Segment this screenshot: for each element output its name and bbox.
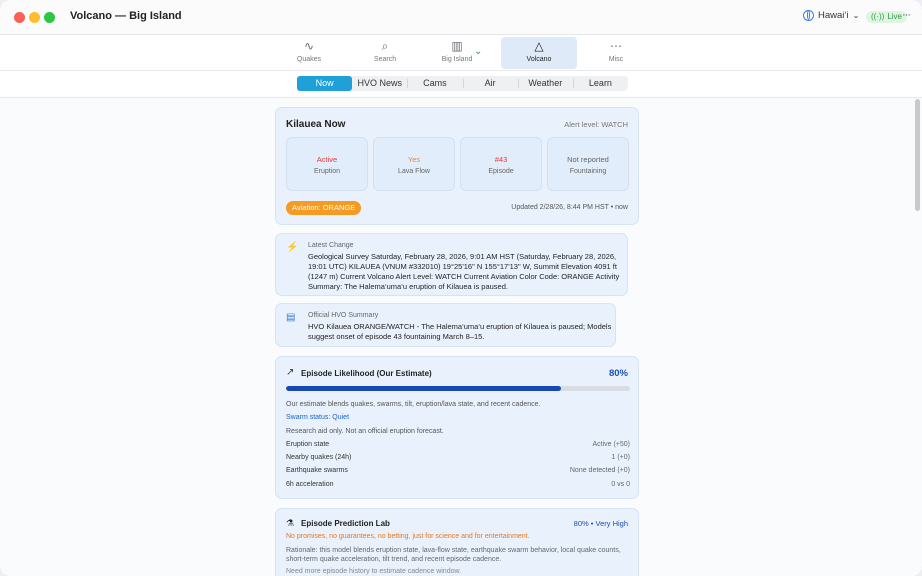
scrollbar-thumb[interactable] bbox=[915, 99, 920, 211]
magnifier-icon: ⌕ bbox=[381, 39, 389, 53]
ellipsis-circle-icon: ⋯ bbox=[610, 39, 622, 53]
latest-change-text: Geological Survey Saturday, February 28,… bbox=[308, 252, 619, 292]
likelihood-disclaimer: Research aid only. Not an official erupt… bbox=[286, 428, 444, 435]
chevron-down-icon: ⌄ bbox=[852, 11, 860, 20]
tile-value: Yes bbox=[407, 155, 421, 164]
section-tabs: Now HVO News Cams Air Weather Learn bbox=[297, 76, 628, 91]
tile-label: Fountaining bbox=[569, 168, 607, 175]
app-window: Volcano — Big Island Hawai‘i ⌄ ((·)) Liv… bbox=[0, 0, 922, 576]
lab-rationale: Rationale: this model blends eruption st… bbox=[286, 546, 630, 564]
likelihood-progress-fill bbox=[286, 386, 562, 391]
region-label: Hawai‘i bbox=[818, 10, 849, 21]
lab-warning: No promises, no guarantees, no betting, … bbox=[286, 533, 530, 540]
tile-eruption: Active Eruption bbox=[286, 137, 368, 191]
window-title: Volcano — Big Island bbox=[70, 10, 182, 22]
tile-episode: #43 Episode bbox=[460, 137, 542, 191]
map-icon: ▥ bbox=[451, 39, 463, 53]
lightning-icon: ⚡ bbox=[286, 242, 299, 253]
factor-value: Active (+50) bbox=[592, 441, 630, 448]
toolbar-search-label: Search bbox=[373, 56, 397, 63]
lab-badge: 80% • Very High bbox=[573, 519, 628, 528]
tab-hvo-news[interactable]: HVO News bbox=[352, 76, 407, 91]
card-title: Kilauea Now bbox=[286, 119, 346, 130]
live-label: Live bbox=[887, 12, 903, 21]
toolbar-quakes-label: Quakes bbox=[296, 56, 322, 63]
toolbar-big-island[interactable]: ▥ Big Island bbox=[419, 37, 495, 69]
latest-line: Geological Survey Saturday, February 28,… bbox=[308, 252, 617, 261]
main-toolbar: ∿ Quakes ⌕ Search ▥ Big Island △ Volcano… bbox=[0, 35, 922, 71]
hvo-summary-card: ▤ Official HVO Summary HVO Kilauea ORANG… bbox=[275, 303, 616, 347]
latest-line: Summary: The Halema‘uma‘u eruption of Ki… bbox=[308, 282, 508, 291]
toolbar-misc-label: Misc bbox=[608, 56, 624, 63]
flask-icon: ⚗ bbox=[286, 518, 295, 528]
tab-weather[interactable]: Weather bbox=[517, 76, 573, 91]
live-badge[interactable]: ((·)) Live bbox=[866, 11, 908, 23]
tile-value: #43 bbox=[494, 155, 508, 164]
tab-cams[interactable]: Cams bbox=[407, 76, 462, 91]
tile-label: Episode bbox=[488, 168, 514, 175]
factor-key: Earthquake swarms bbox=[286, 467, 348, 474]
updated-timestamp: Updated 2/28/26, 8:44 PM HST • now bbox=[511, 204, 628, 211]
more-options-button[interactable]: ··· bbox=[902, 9, 911, 21]
factor-key: 6h acceleration bbox=[286, 481, 334, 488]
prediction-lab-card: ⚗ Episode Prediction Lab 80% • Very High… bbox=[275, 508, 639, 576]
latest-change-card: ⚡ Latest Change Geological Survey Saturd… bbox=[275, 233, 628, 296]
lab-need-more: Need more episode history to estimate ca… bbox=[286, 568, 462, 575]
factor-value: 1 (+0) bbox=[611, 454, 630, 461]
likelihood-progress-bar bbox=[286, 386, 630, 391]
globe-icon bbox=[803, 10, 814, 21]
region-selector[interactable]: Hawai‘i ⌄ bbox=[803, 10, 859, 21]
close-window-button[interactable] bbox=[14, 12, 25, 23]
factor-value: None detected (+0) bbox=[569, 467, 630, 474]
lab-title: Episode Prediction Lab bbox=[301, 519, 390, 528]
aviation-badge: Aviation: ORANGE bbox=[286, 201, 362, 215]
minimize-window-button[interactable] bbox=[29, 12, 40, 23]
tile-label: Eruption bbox=[313, 168, 341, 175]
kilauea-now-card: Kilauea Now Alert level: WATCH Active Er… bbox=[275, 107, 639, 225]
tile-value: Not reported bbox=[567, 155, 609, 164]
zoom-window-button[interactable] bbox=[44, 12, 55, 23]
rationale-line: short-term quake acceleration, tilt tren… bbox=[286, 556, 502, 563]
toolbar-search[interactable]: ⌕ Search bbox=[347, 37, 423, 69]
live-radio-icon: ((·)) bbox=[871, 12, 885, 21]
episode-likelihood-card: ↗ Episode Likelihood (Our Estimate) 80% … bbox=[275, 356, 639, 499]
latest-change-tag: Latest Change bbox=[308, 242, 354, 249]
rationale-line: Rationale: this model blends eruption st… bbox=[286, 547, 621, 554]
likelihood-percent: 80% bbox=[608, 368, 628, 379]
tab-learn[interactable]: Learn bbox=[572, 76, 628, 91]
section-tabs-bar: Now HVO News Cams Air Weather Learn bbox=[0, 71, 922, 98]
summary-line: suggest onset of episode 43 fountaining … bbox=[308, 332, 485, 341]
tab-now[interactable]: Now bbox=[297, 76, 353, 91]
toolbar-big-island-label: Big Island bbox=[441, 56, 473, 63]
toolbar-chevron-icon[interactable]: ⌄ bbox=[474, 46, 482, 57]
factor-value: 0 vs 0 bbox=[611, 481, 630, 488]
likelihood-title: Episode Likelihood (Our Estimate) bbox=[301, 369, 432, 378]
summary-tag: Official HVO Summary bbox=[308, 312, 379, 319]
summary-text: HVO Kilauea ORANGE/WATCH - The Halema‘um… bbox=[308, 322, 611, 342]
toolbar-quakes[interactable]: ∿ Quakes bbox=[271, 37, 347, 69]
summary-line: HVO Kilauea ORANGE/WATCH - The Halema‘um… bbox=[308, 322, 612, 331]
tile-label: Lava Flow bbox=[398, 168, 430, 175]
swarm-status: Swarm status: Quiet bbox=[286, 414, 350, 421]
tab-air[interactable]: Air bbox=[462, 76, 518, 91]
document-icon: ▤ bbox=[286, 312, 296, 323]
latest-line: 19:01 UTC) KILAUEA (VNUM #332010) 19°25'… bbox=[308, 262, 617, 271]
chart-line-icon: ↗ bbox=[286, 367, 295, 378]
tile-fountaining: Not reported Fountaining bbox=[547, 137, 629, 191]
latest-line: (1247 m) Current Volcano Alert Level: WA… bbox=[308, 272, 620, 281]
title-bar: Volcano — Big Island Hawai‘i ⌄ ((·)) Liv… bbox=[0, 0, 922, 35]
alert-level: Alert level: WATCH bbox=[564, 120, 628, 129]
factor-key: Nearby quakes (24h) bbox=[286, 454, 352, 461]
volcano-icon: △ bbox=[534, 39, 544, 53]
likelihood-note: Our estimate blends quakes, swarms, tilt… bbox=[286, 401, 541, 408]
toolbar-volcano[interactable]: △ Volcano bbox=[501, 37, 577, 69]
tile-lava-flow: Yes Lava Flow bbox=[373, 137, 455, 191]
toolbar-misc[interactable]: ⋯ Misc bbox=[578, 37, 654, 69]
toolbar-volcano-label: Volcano bbox=[526, 56, 552, 63]
factor-key: Eruption state bbox=[286, 441, 330, 448]
pulse-icon: ∿ bbox=[303, 39, 315, 53]
tile-value: Active bbox=[316, 155, 338, 164]
